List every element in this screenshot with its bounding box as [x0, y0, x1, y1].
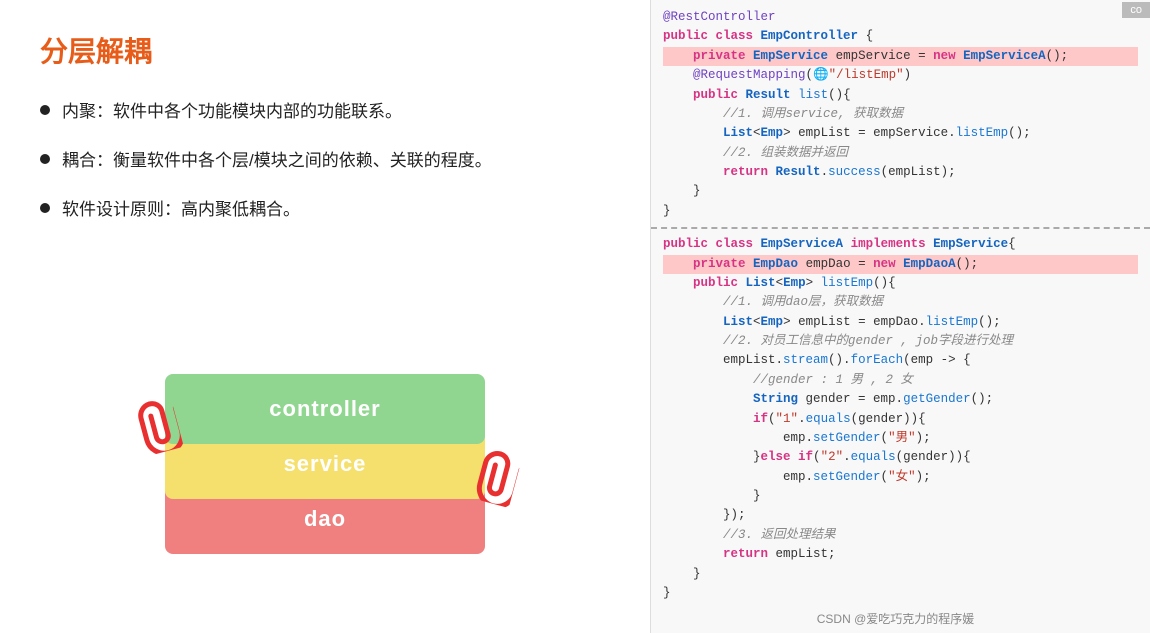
code-line: } — [663, 565, 1138, 584]
code-line: //1. 调用dao层，获取数据 — [663, 293, 1138, 312]
dao-label: dao — [304, 506, 346, 532]
code-line: @RequestMapping(🌐"/listEmp") — [663, 66, 1138, 85]
code-line: emp.setGender("女"); — [663, 468, 1138, 487]
code-line: List<Emp> empList = empService.listEmp()… — [663, 124, 1138, 143]
code-line: } — [663, 584, 1138, 603]
left-panel: 分层解耦 内聚：软件中各个功能模块内部的功能联系。 耦合：衡量软件中各个层/模块… — [0, 0, 650, 633]
layer-diagram: controller service dao — [145, 334, 505, 554]
code-line: List<Emp> empList = empDao.listEmp(); — [663, 313, 1138, 332]
code-line: //1. 调用service, 获取数据 — [663, 105, 1138, 124]
code-line: public class EmpServiceA implements EmpS… — [663, 235, 1138, 254]
bullet-text-1: 内聚：软件中各个功能模块内部的功能联系。 — [62, 98, 402, 125]
controller-label: controller — [269, 396, 380, 422]
list-item: 耦合：衡量软件中各个层/模块之间的依赖、关联的程度。 — [40, 147, 610, 174]
code-line: String gender = emp.getGender(); — [663, 390, 1138, 409]
code-line-highlight: private EmpDao empDao = new EmpDaoA(); — [663, 255, 1138, 274]
code-section-2: public class EmpServiceA implements EmpS… — [651, 229, 1150, 633]
bullet-list: 内聚：软件中各个功能模块内部的功能联系。 耦合：衡量软件中各个层/模块之间的依赖… — [40, 98, 610, 246]
code-line: if("1".equals(gender)){ — [663, 410, 1138, 429]
copy-button[interactable]: co — [1122, 2, 1150, 18]
watermark: CSDN @爱吃巧克力的程序媛 — [651, 610, 1140, 627]
code-line: } — [663, 487, 1138, 506]
page-title: 分层解耦 — [40, 30, 610, 70]
code-line: //gender : 1 男 , 2 女 — [663, 371, 1138, 390]
code-line: }else if("2".equals(gender)){ — [663, 448, 1138, 467]
code-line: //2. 组装数据并返回 — [663, 144, 1138, 163]
bullet-text-3: 软件设计原则：高内聚低耦合。 — [62, 196, 300, 223]
bullet-dot — [40, 105, 50, 115]
list-item: 软件设计原则：高内聚低耦合。 — [40, 196, 610, 223]
code-line: @RestController — [663, 8, 1138, 27]
code-line: return empList; — [663, 545, 1138, 564]
code-line: empList.stream().forEach(emp -> { — [663, 351, 1138, 370]
code-line: } — [663, 202, 1138, 221]
bullet-dot — [40, 154, 50, 164]
code-section-1: @RestController public class EmpControll… — [651, 0, 1150, 227]
bullet-dot — [40, 203, 50, 213]
code-line: } — [663, 182, 1138, 201]
list-item: 内聚：软件中各个功能模块内部的功能联系。 — [40, 98, 610, 125]
code-line: public Result list(){ — [663, 86, 1138, 105]
code-line: //3. 返回处理结果 — [663, 526, 1138, 545]
code-line: public class EmpController { — [663, 27, 1138, 46]
controller-layer: controller — [165, 374, 485, 444]
code-line: emp.setGender("男"); — [663, 429, 1138, 448]
code-line: //2. 对员工信息中的gender , job字段进行处理 — [663, 332, 1138, 351]
code-line: return Result.success(empList); — [663, 163, 1138, 182]
service-label: service — [284, 451, 367, 477]
code-line: }); — [663, 506, 1138, 525]
code-line: public List<Emp> listEmp(){ — [663, 274, 1138, 293]
diagram-area: controller service dao — [40, 286, 610, 603]
bullet-text-2: 耦合：衡量软件中各个层/模块之间的依赖、关联的程度。 — [62, 147, 492, 174]
code-line-highlight: private EmpService empService = new EmpS… — [663, 47, 1138, 66]
right-panel: co @RestController public class EmpContr… — [650, 0, 1150, 633]
